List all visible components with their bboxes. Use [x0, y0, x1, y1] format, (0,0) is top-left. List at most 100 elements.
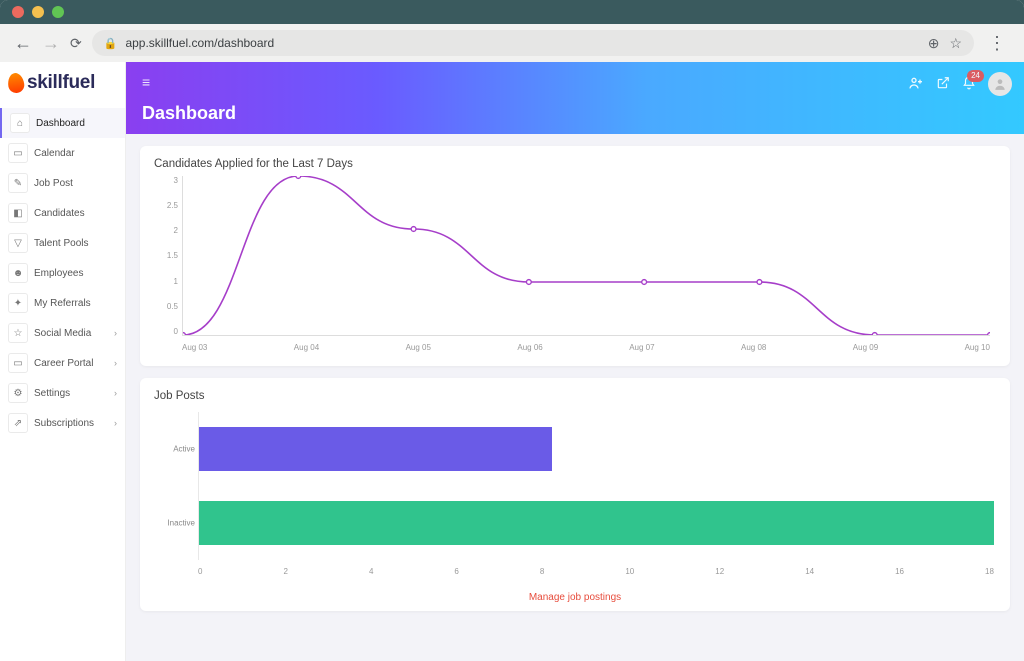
close-window-button[interactable]	[12, 6, 24, 18]
nav-icon: ✎	[8, 173, 28, 193]
nav-icon: ▽	[8, 233, 28, 253]
minimize-window-button[interactable]	[32, 6, 44, 18]
browser-window: ← → ⟳ 🔒 app.skillfuel.com/dashboard ⊕ ☆ …	[0, 0, 1024, 661]
nav-icon: ◧	[8, 203, 28, 223]
x-tick: Aug 03	[182, 343, 207, 352]
x-tick: Aug 06	[517, 343, 542, 352]
x-tick: 0	[198, 567, 202, 576]
logo-text: skillfuel	[27, 72, 95, 94]
bar-row: Inactive	[199, 495, 994, 551]
reload-button[interactable]: ⟳	[70, 35, 82, 52]
sidebar-item-label: Talent Pools	[34, 238, 88, 249]
y-tick: 0.5	[154, 302, 178, 311]
jobposts-card: Job Posts Active Inactive 0 2 4 6 8 10 12 14 16 18…	[140, 378, 1010, 611]
flame-icon	[7, 72, 26, 94]
x-tick: 4	[369, 567, 373, 576]
content: Candidates Applied for the Last 7 Days 3…	[126, 134, 1024, 661]
nav-icon: ⚙	[8, 383, 28, 403]
url-actions: ⊕ ☆	[928, 35, 962, 52]
sidebar-item-label: Calendar	[34, 148, 75, 159]
jobposts-card-title: Job Posts	[154, 390, 996, 402]
topbar: ≡ 24 Dashboard	[126, 62, 1024, 134]
bar-label: Inactive	[155, 519, 195, 528]
candidates-card: Candidates Applied for the Last 7 Days 3…	[140, 146, 1010, 366]
x-tick: 2	[283, 567, 287, 576]
maximize-window-button[interactable]	[52, 6, 64, 18]
chevron-right-icon: ›	[114, 388, 117, 398]
x-tick: Aug 09	[853, 343, 878, 352]
x-tick: Aug 04	[294, 343, 319, 352]
bar	[199, 427, 552, 471]
bookmark-icon[interactable]: ☆	[949, 35, 962, 52]
sidebar-item-my-referrals[interactable]: ✦My Referrals	[0, 288, 125, 318]
x-tick: Aug 07	[629, 343, 654, 352]
x-tick: 8	[540, 567, 544, 576]
x-tick: 6	[454, 567, 458, 576]
sidebar: skillfuel ⌂Dashboard▭Calendar✎Job Post◧C…	[0, 62, 126, 661]
invite-users-icon[interactable]	[908, 76, 924, 93]
x-tick: Aug 05	[406, 343, 431, 352]
logo[interactable]: skillfuel	[0, 62, 125, 104]
nav-icon: ⌂	[10, 113, 30, 133]
page-title: Dashboard	[142, 103, 236, 124]
topbar-actions: 24	[908, 72, 1012, 96]
sidebar-item-label: Career Portal	[34, 358, 93, 369]
sidebar-item-label: Dashboard	[36, 118, 85, 129]
y-tick: 3	[154, 176, 178, 185]
x-tick: 18	[985, 567, 994, 576]
nav-icon: ⇗	[8, 413, 28, 433]
jobposts-bar-chart: Active Inactive 0 2 4 6 8 10 12 14 16 18	[154, 408, 996, 586]
sidebar-item-dashboard[interactable]: ⌂ Dashboard	[0, 108, 125, 138]
manage-job-postings-link[interactable]: Manage job postings	[154, 586, 996, 603]
line-chart-plot	[182, 176, 990, 336]
chevron-right-icon: ›	[114, 358, 117, 368]
y-tick: 1.5	[154, 251, 178, 260]
sidebar-item-label: Job Post	[34, 178, 73, 189]
bar-row: Active	[199, 421, 994, 477]
candidates-card-title: Candidates Applied for the Last 7 Days	[154, 158, 996, 170]
x-tick: 10	[625, 567, 634, 576]
sidebar-toggle-button[interactable]: ≡	[142, 74, 150, 90]
sidebar-item-settings[interactable]: ⚙ Settings ›	[0, 378, 125, 408]
sidebar-item-talent-pools[interactable]: ▽ Talent Pools	[0, 228, 125, 258]
main-area: ≡ 24 Dashboard	[126, 62, 1024, 661]
sidebar-item-employees[interactable]: ☻ Employees	[0, 258, 125, 288]
browser-menu-button[interactable]: ⋮	[984, 33, 1010, 54]
y-tick: 1	[154, 277, 178, 286]
y-tick: 2.5	[154, 201, 178, 210]
line-chart-y-axis: 32.521.510.50	[154, 176, 182, 336]
nav-icon: ▭	[8, 143, 28, 163]
forward-button[interactable]: →	[42, 33, 60, 54]
sidebar-item-candidates[interactable]: ◧Candidates	[0, 198, 125, 228]
sidebar-item-job-post[interactable]: ✎ Job Post	[0, 168, 125, 198]
nav-icon: ✦	[8, 293, 28, 313]
sidebar-item-subscriptions[interactable]: ⇗ Subscriptions ›	[0, 408, 125, 438]
chevron-right-icon: ›	[114, 328, 117, 338]
search-in-page-icon[interactable]: ⊕	[928, 35, 940, 52]
sidebar-item-social-media[interactable]: ☆Social Media›	[0, 318, 125, 348]
sidebar-item-calendar[interactable]: ▭ Calendar	[0, 138, 125, 168]
bar-chart-x-axis: 0 2 4 6 8 10 12 14 16 18	[198, 567, 994, 576]
notifications-bell-icon[interactable]: 24	[962, 76, 976, 93]
browser-toolbar: ← → ⟳ 🔒 app.skillfuel.com/dashboard ⊕ ☆ …	[0, 24, 1024, 62]
url-bar[interactable]: 🔒 app.skillfuel.com/dashboard ⊕ ☆	[92, 30, 974, 56]
line-chart-x-axis: Aug 03 Aug 04 Aug 05 Aug 06 Aug 07 Aug 08 Aug …	[182, 343, 990, 352]
nav-icon: ▭	[8, 353, 28, 373]
chevron-right-icon: ›	[114, 418, 117, 428]
sidebar-item-label: Subscriptions	[34, 418, 94, 429]
app-root: skillfuel ⌂Dashboard▭Calendar✎Job Post◧C…	[0, 62, 1024, 661]
x-tick: 12	[715, 567, 724, 576]
x-tick: Aug 08	[741, 343, 766, 352]
x-tick: 16	[895, 567, 904, 576]
sidebar-item-label: Settings	[34, 388, 70, 399]
notification-badge: 24	[967, 70, 984, 82]
x-tick: 14	[805, 567, 814, 576]
back-button[interactable]: ←	[14, 33, 32, 54]
sidebar-item-career-portal[interactable]: ▭ Career Portal ›	[0, 348, 125, 378]
candidates-line-chart: 32.521.510.50 Aug 03Aug 04Aug 05Aug 06Au…	[154, 176, 996, 358]
sidebar-item-label: Employees	[34, 268, 83, 279]
avatar[interactable]	[988, 72, 1012, 96]
external-link-icon[interactable]	[936, 76, 950, 93]
nav-icon: ☻	[8, 263, 28, 283]
sidebar-nav: ⌂Dashboard▭Calendar✎Job Post◧Candidates▽…	[0, 104, 125, 442]
